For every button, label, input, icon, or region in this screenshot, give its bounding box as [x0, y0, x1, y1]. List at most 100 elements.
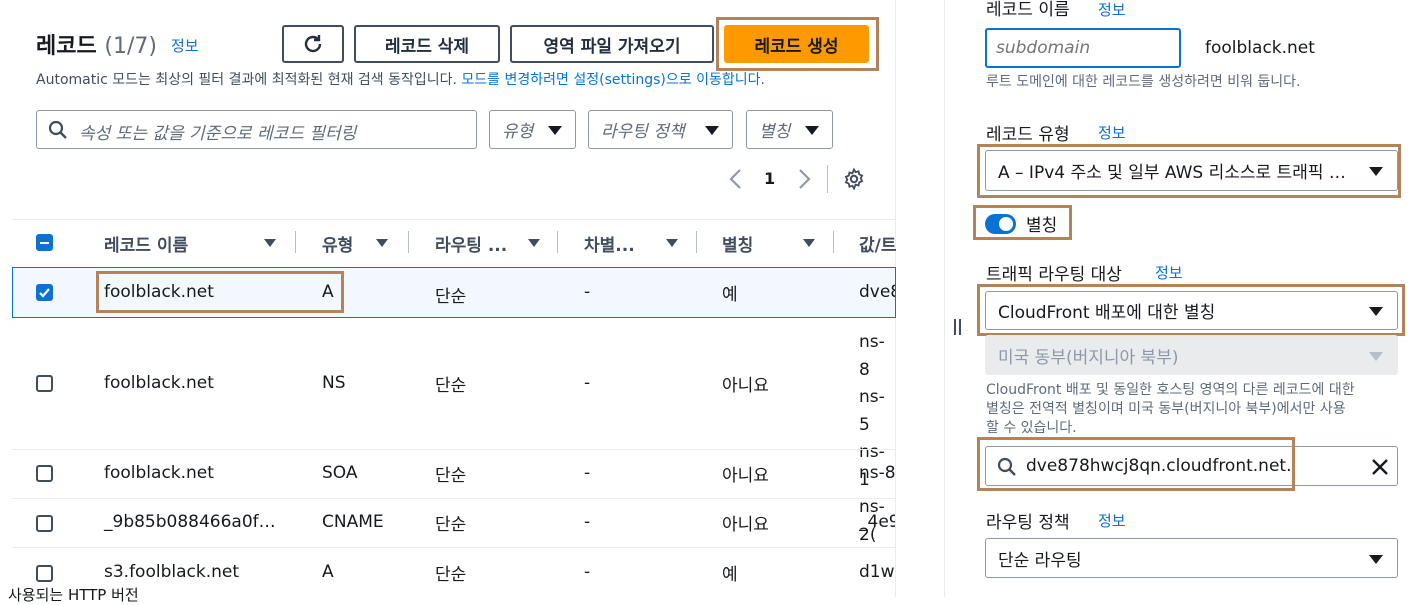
chevron-down-icon [1369, 352, 1383, 361]
gear-icon[interactable] [842, 167, 866, 191]
description-text: Automatic 모드는 최상의 필터 결과에 최적화된 현재 검색 동작입니… [36, 72, 457, 88]
record-alias: 예 [722, 285, 738, 305]
record-value: dve8 [859, 282, 895, 302]
record-name[interactable]: foolblack.net [104, 373, 214, 393]
sort-icon[interactable] [666, 239, 678, 247]
page-title: 레코드 (1/7) [36, 28, 157, 60]
search-icon [48, 120, 67, 139]
region-select: 미국 동부(버지니아 북부) [985, 335, 1398, 375]
record-value: ns-8 [859, 463, 895, 483]
sort-icon[interactable] [376, 239, 388, 247]
column-header-alias[interactable]: 별칭 [722, 231, 753, 256]
grip-line [959, 319, 961, 335]
record-differentiator: - [584, 463, 591, 483]
row-checkbox[interactable] [36, 565, 53, 582]
record-routing: 단순 [435, 376, 467, 396]
highlight-create [716, 17, 879, 71]
record-routing: 단순 [435, 287, 467, 307]
routing-policy-select[interactable]: 단순 라우팅 [985, 538, 1398, 578]
routing-policy-value: 단순 라우팅 [998, 550, 1082, 571]
pagination-divider [827, 165, 828, 193]
column-separator [557, 231, 558, 253]
desc-line: 할 수 있습니다. [986, 420, 1077, 436]
sort-icon[interactable] [803, 239, 815, 247]
page-number[interactable]: 1 [764, 169, 775, 188]
filter-routing-label: 라우팅 정책 [601, 122, 685, 142]
row-checkbox[interactable] [36, 465, 53, 482]
check-icon [39, 288, 50, 298]
record-alias: 아니요 [722, 515, 769, 535]
record-type: A [322, 562, 334, 582]
filter-type-select[interactable]: 유형 [489, 110, 576, 149]
column-separator [408, 231, 409, 253]
column-separator [696, 231, 697, 253]
chevron-down-icon [548, 126, 562, 135]
record-routing: 단순 [435, 466, 467, 486]
target-description: CloudFront 배포 및 동일한 호스팅 영역의 다른 레코드에 대한 별… [986, 381, 1401, 438]
info-link[interactable]: 정보 [171, 35, 199, 56]
settings-link[interactable]: 모드를 변경하려면 설정(settings)으로 이동합니다. [461, 72, 765, 88]
column-separator [295, 231, 296, 253]
record-type-info-link[interactable]: 정보 [1098, 122, 1126, 143]
target-info-link[interactable]: 정보 [1155, 262, 1183, 283]
indeterminate-mark [40, 241, 49, 244]
panel-divider [944, 0, 945, 597]
column-header-routing[interactable]: 라우팅 ... [435, 231, 507, 256]
sort-icon[interactable] [528, 239, 540, 247]
sort-icon[interactable] [264, 239, 276, 247]
record-name[interactable]: s3.foolblack.net [104, 562, 239, 582]
record-value: _4e9 [859, 512, 895, 532]
column-header-value[interactable]: 값/트 [859, 231, 897, 256]
chevron-down-icon [1369, 555, 1383, 564]
record-differentiator: - [584, 282, 591, 302]
desc-line: CloudFront 배포 및 동일한 호스팅 영역의 다른 레코드에 대한 [986, 382, 1355, 398]
row-checkbox[interactable] [36, 515, 53, 532]
row-checkbox[interactable] [36, 284, 53, 301]
filter-type-label: 유형 [502, 122, 534, 142]
value-line: ns-5 [859, 387, 885, 435]
column-header-differentiator[interactable]: 차별... [584, 231, 635, 256]
filter-routing-select[interactable]: 라우팅 정책 [588, 110, 733, 149]
record-type: CNAME [322, 512, 384, 532]
record-name[interactable]: foolblack.net [104, 463, 214, 483]
record-alias: 아니요 [722, 376, 769, 396]
chevron-down-icon [705, 126, 719, 135]
record-type-label: 레코드 유형 [986, 125, 1070, 145]
record-differentiator: - [584, 562, 591, 582]
filter-alias-select[interactable]: 별칭 [746, 110, 833, 149]
prev-page-icon[interactable] [728, 168, 744, 190]
record-alias: 아니요 [722, 466, 769, 486]
domain-suffix: foolblack.net [1205, 38, 1315, 58]
row-divider [12, 547, 896, 548]
record-routing: 단순 [435, 515, 467, 535]
highlight-record-type [977, 144, 1401, 198]
search-input[interactable]: 속성 또는 값을 기준으로 레코드 필터링 [36, 110, 477, 149]
row-checkbox[interactable] [36, 375, 53, 392]
delete-record-label: 레코드 삭제 [384, 36, 470, 57]
bottom-cut-text: 사용되는 HTTP 버전 [8, 586, 139, 604]
routing-policy-label: 라우팅 정책 [986, 513, 1070, 533]
select-all-checkbox[interactable] [36, 234, 53, 251]
row-divider [12, 498, 896, 499]
column-header-type[interactable]: 유형 [322, 231, 353, 256]
grip-line [954, 319, 956, 335]
delete-record-button[interactable]: 레코드 삭제 [354, 25, 500, 63]
record-routing: 단순 [435, 565, 467, 585]
refresh-button[interactable] [282, 25, 344, 63]
record-name[interactable]: _9b85b088466a0f… [104, 512, 276, 532]
close-icon[interactable] [1371, 458, 1389, 476]
record-differentiator: - [584, 373, 591, 393]
record-differentiator: - [584, 512, 591, 532]
next-page-icon[interactable] [796, 168, 812, 190]
record-name-description: 루트 도메인에 대한 레코드를 생성하려면 비워 둡니다. [986, 74, 1301, 90]
import-zone-file-button[interactable]: 영역 파일 가져오기 [510, 25, 714, 63]
column-header-name[interactable]: 레코드 이름 [104, 231, 188, 256]
column-separator [833, 231, 834, 253]
highlight-target [977, 284, 1405, 336]
subdomain-input[interactable] [985, 28, 1181, 68]
routing-policy-info-link[interactable]: 정보 [1098, 510, 1126, 531]
record-value: d1w [859, 562, 895, 582]
panel-resize-handle[interactable] [952, 319, 964, 337]
refresh-icon [304, 35, 322, 53]
record-name-info-link[interactable]: 정보 [1098, 0, 1126, 20]
